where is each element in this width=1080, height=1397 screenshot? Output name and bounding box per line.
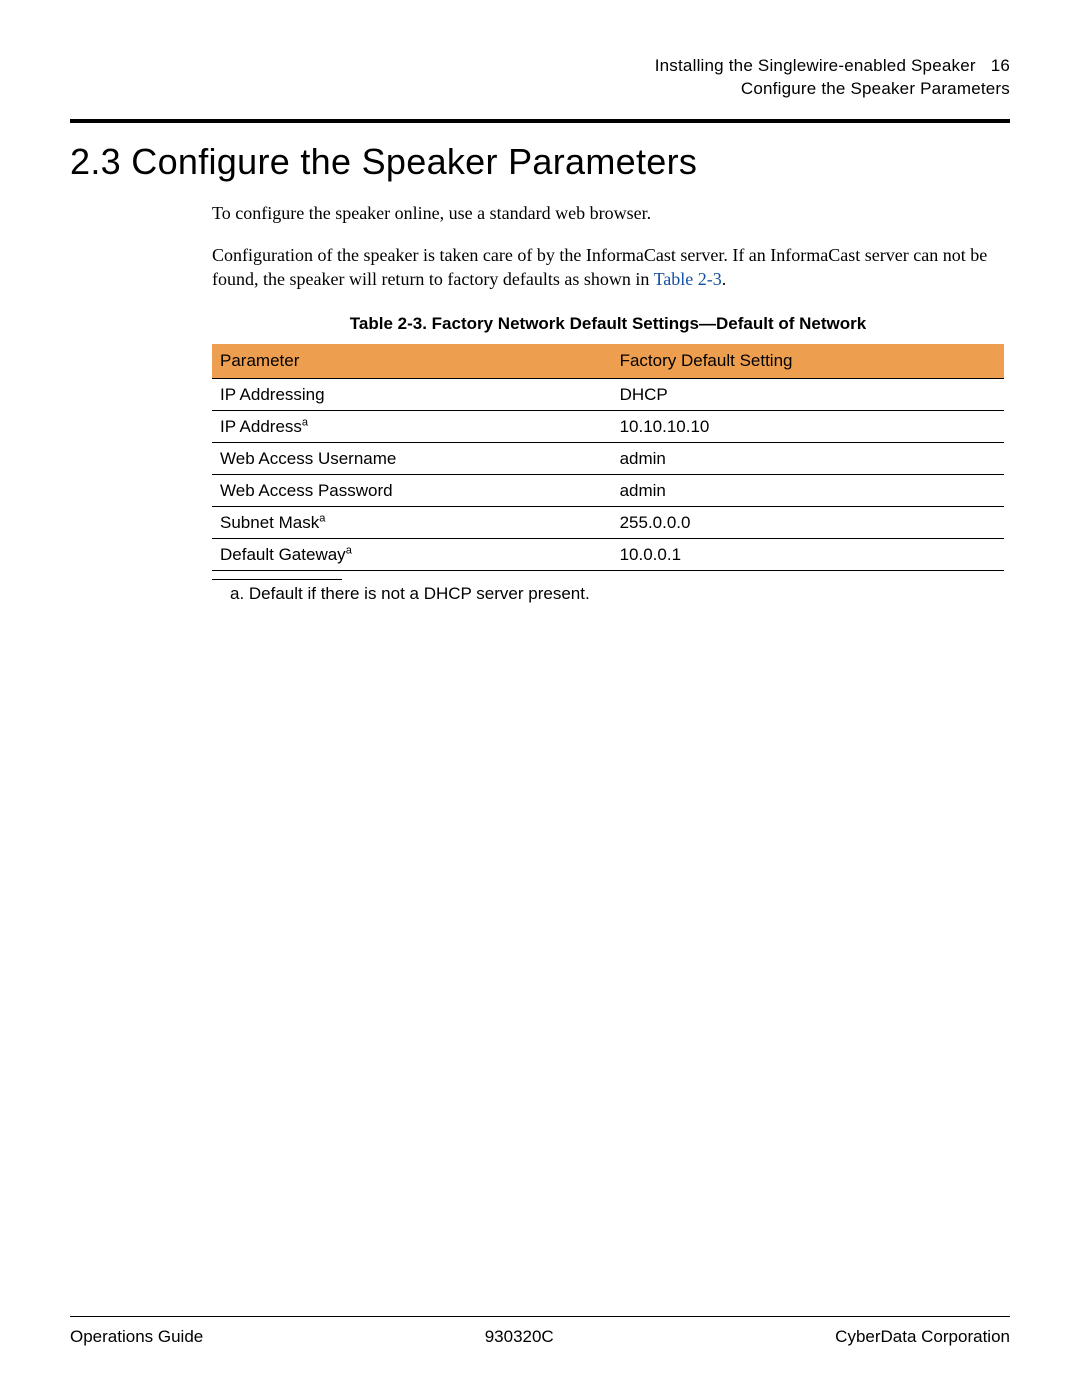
page-footer: Operations Guide 930320C CyberData Corpo… xyxy=(70,1316,1010,1347)
page: Installing the Singlewire-enabled Speake… xyxy=(0,0,1080,1397)
param-name: Web Access Password xyxy=(220,481,393,500)
table-row: IP Addressa 10.10.10.10 xyxy=(212,410,1004,442)
header-chapter: Installing the Singlewire-enabled Speake… xyxy=(655,56,976,75)
running-header: Installing the Singlewire-enabled Speake… xyxy=(70,55,1010,101)
body: To configure the speaker online, use a s… xyxy=(212,201,1004,604)
table-header-parameter: Parameter xyxy=(212,344,612,379)
table-header-value: Factory Default Setting xyxy=(612,344,1004,379)
paragraph-2: Configuration of the speaker is taken ca… xyxy=(212,243,1004,292)
param-name: Subnet Mask xyxy=(220,513,319,532)
section-title: 2.3 Configure the Speaker Parameters xyxy=(70,141,1010,183)
header-section: Configure the Speaker Parameters xyxy=(70,78,1010,101)
param-value: admin xyxy=(612,474,1004,506)
table-row: Web Access Username admin xyxy=(212,442,1004,474)
param-name: IP Addressing xyxy=(220,385,325,404)
paragraph-2b: . xyxy=(722,269,727,289)
table-footnote: a. Default if there is not a DHCP server… xyxy=(212,584,1004,604)
section-heading: Configure the Speaker Parameters xyxy=(131,141,697,182)
footer-rule xyxy=(70,1316,1010,1317)
param-value: DHCP xyxy=(612,378,1004,410)
param-value: admin xyxy=(612,442,1004,474)
paragraph-1: To configure the speaker online, use a s… xyxy=(212,201,1004,225)
param-name: Default Gateway xyxy=(220,545,346,564)
defaults-table: Parameter Factory Default Setting IP Add… xyxy=(212,344,1004,571)
footnote-rule xyxy=(212,579,342,580)
param-sup: a xyxy=(319,512,325,524)
footer-right: CyberData Corporation xyxy=(835,1327,1010,1347)
section-number: 2.3 xyxy=(70,141,121,182)
param-sup: a xyxy=(302,416,308,428)
table-row: Web Access Password admin xyxy=(212,474,1004,506)
table-link[interactable]: Table 2-3 xyxy=(654,269,722,289)
table-header-row: Parameter Factory Default Setting xyxy=(212,344,1004,379)
param-name: Web Access Username xyxy=(220,449,396,468)
table-caption: Table 2-3. Factory Network Default Setti… xyxy=(212,314,1004,334)
footer-center: 930320C xyxy=(485,1327,554,1347)
param-sup: a xyxy=(346,544,352,556)
header-page-number: 16 xyxy=(991,56,1010,75)
param-value: 10.10.10.10 xyxy=(612,410,1004,442)
footer-left: Operations Guide xyxy=(70,1327,203,1347)
header-rule xyxy=(70,119,1010,123)
param-value: 255.0.0.0 xyxy=(612,506,1004,538)
param-value: 10.0.0.1 xyxy=(612,538,1004,570)
table-row: Default Gatewaya 10.0.0.1 xyxy=(212,538,1004,570)
paragraph-2a: Configuration of the speaker is taken ca… xyxy=(212,245,987,289)
table-row: IP Addressing DHCP xyxy=(212,378,1004,410)
param-name: IP Address xyxy=(220,417,302,436)
table-row: Subnet Maska 255.0.0.0 xyxy=(212,506,1004,538)
